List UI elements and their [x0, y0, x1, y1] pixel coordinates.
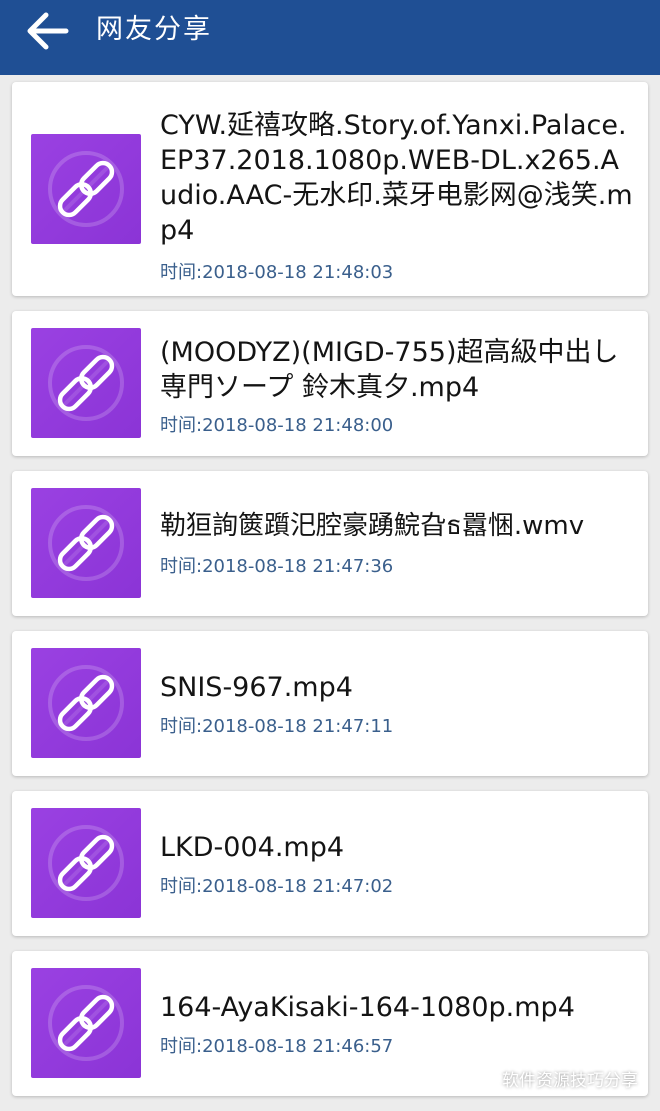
list-item[interactable]: SNIS-967.mp4 时间:2018-08-18 21:47:11	[12, 631, 648, 776]
item-filename: 164-AyaKisaki-164-1080p.mp4	[160, 992, 575, 1023]
item-filename: SNIS-967.mp4	[160, 672, 353, 703]
watermark-text: 软件资源技巧分享	[502, 1071, 638, 1091]
item-time: 时间:2018-08-18 21:46:57	[160, 1036, 394, 1057]
watermark: 软件资源技巧分享	[472, 1066, 638, 1091]
link-icon	[48, 505, 124, 581]
list-item[interactable]: (MOODYZ)(MIGD-755)超高級中出し専門ソープ 鈴木真夕.mp4 时…	[12, 311, 648, 456]
item-thumbnail	[31, 328, 141, 438]
item-time: 时间:2018-08-18 21:47:02	[160, 876, 394, 897]
item-filename: (MOODYZ)(MIGD-755)超高級中出し専門ソープ 鈴木真夕.mp4	[160, 337, 619, 403]
item-thumbnail	[31, 488, 141, 598]
link-icon	[48, 665, 124, 741]
link-icon	[48, 985, 124, 1061]
arrow-left-icon	[27, 12, 69, 50]
list-item[interactable]: 勒狟詢篋躓汜腔豪踴鯇旮ธ囂悃.wmv 时间:2018-08-18 21:47:3…	[12, 471, 648, 616]
item-filename: LKD-004.mp4	[160, 832, 345, 863]
item-thumbnail	[31, 808, 141, 918]
item-filename: CYW.延禧攻略.Story.of.Yanxi.Palace.EP37.2018…	[160, 110, 633, 246]
list-item[interactable]: CYW.延禧攻略.Story.of.Yanxi.Palace.EP37.2018…	[12, 82, 648, 296]
item-time: 时间:2018-08-18 21:48:03	[160, 262, 394, 283]
list-item[interactable]: LKD-004.mp4 时间:2018-08-18 21:47:02	[12, 791, 648, 936]
item-filename: 勒狟詢篋躓汜腔豪踴鯇旮ธ囂悃.wmv	[160, 511, 585, 541]
app-bar: 网友分享	[0, 0, 660, 75]
item-time: 时间:2018-08-18 21:47:11	[160, 716, 394, 737]
wechat-icon	[472, 1069, 496, 1087]
item-thumbnail	[31, 134, 141, 244]
item-time: 时间:2018-08-18 21:47:36	[160, 556, 394, 577]
link-icon	[48, 151, 124, 227]
link-icon	[48, 345, 124, 421]
item-thumbnail	[31, 648, 141, 758]
item-time: 时间:2018-08-18 21:48:00	[160, 415, 394, 436]
item-thumbnail	[31, 968, 141, 1078]
back-button[interactable]	[22, 8, 74, 54]
link-icon	[48, 825, 124, 901]
page-title: 网友分享	[96, 14, 212, 45]
